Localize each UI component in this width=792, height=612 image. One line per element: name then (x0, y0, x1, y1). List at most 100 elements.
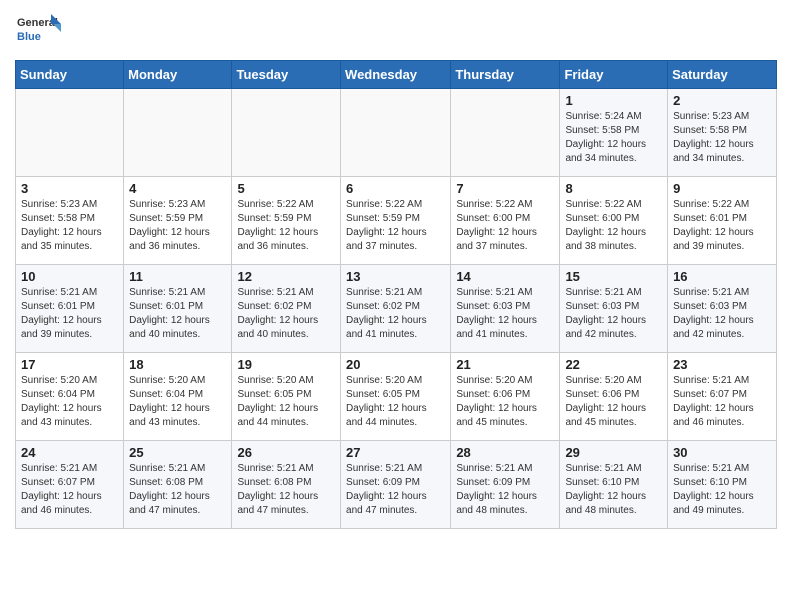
day-number: 23 (673, 357, 771, 372)
day-detail: Sunrise: 5:20 AM Sunset: 6:04 PM Dayligh… (21, 374, 118, 430)
day-cell: 10 Sunrise: 5:21 AM Sunset: 6:01 PM Dayli… (16, 265, 124, 353)
day-detail: Sunrise: 5:23 AM Sunset: 5:58 PM Dayligh… (21, 198, 118, 254)
day-number: 10 (21, 269, 118, 284)
day-number: 22 (565, 357, 662, 372)
day-cell: 3 Sunrise: 5:23 AM Sunset: 5:58 PM Daylig… (16, 177, 124, 265)
day-detail: Sunrise: 5:20 AM Sunset: 6:05 PM Dayligh… (237, 374, 335, 430)
day-number: 6 (346, 181, 445, 196)
week-row-5: 24Sunrise: 5:21 AM Sunset: 6:07 PM Dayli… (16, 441, 777, 529)
day-number: 15 (565, 269, 662, 284)
day-detail: Sunrise: 5:21 AM Sunset: 6:03 PM Dayligh… (456, 286, 554, 342)
day-detail: Sunrise: 5:20 AM Sunset: 6:05 PM Dayligh… (346, 374, 445, 430)
day-detail: Sunrise: 5:21 AM Sunset: 6:01 PM Dayligh… (21, 286, 118, 342)
day-detail: Sunrise: 5:21 AM Sunset: 6:02 PM Dayligh… (237, 286, 335, 342)
svg-text:Blue: Blue (17, 31, 41, 43)
day-number: 16 (673, 269, 771, 284)
day-number: 17 (21, 357, 118, 372)
day-cell: 15 Sunrise: 5:21 AM Sunset: 6:03 PM Dayli… (560, 265, 668, 353)
day-detail: Sunrise: 5:21 AM Sunset: 6:10 PM Dayligh… (565, 462, 662, 518)
day-cell (341, 89, 451, 177)
weekday-header-thursday: Thursday (451, 61, 560, 89)
day-number: 21 (456, 357, 554, 372)
day-detail: Sunrise: 5:22 AM Sunset: 6:00 PM Dayligh… (456, 198, 554, 254)
day-cell (16, 89, 124, 177)
logo-icon: General Blue (15, 10, 63, 50)
day-cell: 6Sunrise: 5:22 AM Sunset: 5:59 PM Daylig… (341, 177, 451, 265)
day-detail: Sunrise: 5:21 AM Sunset: 6:03 PM Dayligh… (565, 286, 662, 342)
day-detail: Sunrise: 5:21 AM Sunset: 6:03 PM Dayligh… (673, 286, 771, 342)
day-number: 1 (565, 93, 662, 108)
day-cell: 17 Sunrise: 5:20 AM Sunset: 6:04 PM Dayli… (16, 353, 124, 441)
day-cell (124, 89, 232, 177)
day-number: 2 (673, 93, 771, 108)
day-number: 19 (237, 357, 335, 372)
day-cell: 22 Sunrise: 5:20 AM Sunset: 6:06 PM Dayli… (560, 353, 668, 441)
day-cell: 7 Sunrise: 5:22 AM Sunset: 6:00 PM Daylig… (451, 177, 560, 265)
day-cell: 9 Sunrise: 5:22 AM Sunset: 6:01 PM Daylig… (668, 177, 777, 265)
day-cell: 1 Sunrise: 5:24 AM Sunset: 5:58 PM Daylig… (560, 89, 668, 177)
week-row-1: 1 Sunrise: 5:24 AM Sunset: 5:58 PM Daylig… (16, 89, 777, 177)
day-cell: 13 Sunrise: 5:21 AM Sunset: 6:02 PM Dayli… (341, 265, 451, 353)
day-number: 26 (237, 445, 335, 460)
day-cell: 8Sunrise: 5:22 AM Sunset: 6:00 PM Daylig… (560, 177, 668, 265)
day-cell: 18Sunrise: 5:20 AM Sunset: 6:04 PM Dayli… (124, 353, 232, 441)
day-number: 14 (456, 269, 554, 284)
day-cell (451, 89, 560, 177)
day-number: 3 (21, 181, 118, 196)
day-number: 9 (673, 181, 771, 196)
day-number: 25 (129, 445, 226, 460)
week-row-3: 10 Sunrise: 5:21 AM Sunset: 6:01 PM Dayli… (16, 265, 777, 353)
day-detail: Sunrise: 5:20 AM Sunset: 6:06 PM Dayligh… (565, 374, 662, 430)
day-number: 8 (565, 181, 662, 196)
weekday-header-wednesday: Wednesday (341, 61, 451, 89)
day-detail: Sunrise: 5:22 AM Sunset: 6:01 PM Dayligh… (673, 198, 771, 254)
weekday-header-saturday: Saturday (668, 61, 777, 89)
day-number: 27 (346, 445, 445, 460)
calendar-body: 1 Sunrise: 5:24 AM Sunset: 5:58 PM Daylig… (16, 89, 777, 529)
day-cell (232, 89, 341, 177)
day-cell: 25 Sunrise: 5:21 AM Sunset: 6:08 PM Dayli… (124, 441, 232, 529)
day-detail: Sunrise: 5:21 AM Sunset: 6:01 PM Dayligh… (129, 286, 226, 342)
day-number: 28 (456, 445, 554, 460)
day-detail: Sunrise: 5:22 AM Sunset: 5:59 PM Dayligh… (237, 198, 335, 254)
day-cell: 29 Sunrise: 5:21 AM Sunset: 6:10 PM Dayli… (560, 441, 668, 529)
day-number: 5 (237, 181, 335, 196)
day-detail: Sunrise: 5:21 AM Sunset: 6:08 PM Dayligh… (129, 462, 226, 518)
day-cell: 21 Sunrise: 5:20 AM Sunset: 6:06 PM Dayli… (451, 353, 560, 441)
day-cell: 28 Sunrise: 5:21 AM Sunset: 6:09 PM Dayli… (451, 441, 560, 529)
day-cell: 30 Sunrise: 5:21 AM Sunset: 6:10 PM Dayli… (668, 441, 777, 529)
day-number: 11 (129, 269, 226, 284)
day-cell: 11 Sunrise: 5:21 AM Sunset: 6:01 PM Dayli… (124, 265, 232, 353)
day-detail: Sunrise: 5:20 AM Sunset: 6:04 PM Dayligh… (129, 374, 226, 430)
page: General Blue SundayMondayTuesdayWednesda… (0, 0, 792, 539)
day-cell: 4Sunrise: 5:23 AM Sunset: 5:59 PM Daylig… (124, 177, 232, 265)
day-detail: Sunrise: 5:21 AM Sunset: 6:10 PM Dayligh… (673, 462, 771, 518)
day-detail: Sunrise: 5:21 AM Sunset: 6:02 PM Dayligh… (346, 286, 445, 342)
day-number: 29 (565, 445, 662, 460)
weekday-row: SundayMondayTuesdayWednesdayThursdayFrid… (16, 61, 777, 89)
weekday-header-sunday: Sunday (16, 61, 124, 89)
weekday-header-monday: Monday (124, 61, 232, 89)
day-cell: 5 Sunrise: 5:22 AM Sunset: 5:59 PM Daylig… (232, 177, 341, 265)
week-row-2: 3 Sunrise: 5:23 AM Sunset: 5:58 PM Daylig… (16, 177, 777, 265)
day-cell: 2Sunrise: 5:23 AM Sunset: 5:58 PM Daylig… (668, 89, 777, 177)
day-detail: Sunrise: 5:23 AM Sunset: 5:59 PM Dayligh… (129, 198, 226, 254)
day-detail: Sunrise: 5:21 AM Sunset: 6:09 PM Dayligh… (456, 462, 554, 518)
header: General Blue (15, 10, 777, 50)
day-cell: 12Sunrise: 5:21 AM Sunset: 6:02 PM Dayli… (232, 265, 341, 353)
day-cell: 27Sunrise: 5:21 AM Sunset: 6:09 PM Dayli… (341, 441, 451, 529)
day-number: 13 (346, 269, 445, 284)
day-detail: Sunrise: 5:24 AM Sunset: 5:58 PM Dayligh… (565, 110, 662, 166)
day-number: 20 (346, 357, 445, 372)
day-cell: 23Sunrise: 5:21 AM Sunset: 6:07 PM Dayli… (668, 353, 777, 441)
day-number: 30 (673, 445, 771, 460)
calendar-header: SundayMondayTuesdayWednesdayThursdayFrid… (16, 61, 777, 89)
day-number: 7 (456, 181, 554, 196)
day-number: 24 (21, 445, 118, 460)
day-cell: 14 Sunrise: 5:21 AM Sunset: 6:03 PM Dayli… (451, 265, 560, 353)
day-detail: Sunrise: 5:21 AM Sunset: 6:08 PM Dayligh… (237, 462, 335, 518)
day-detail: Sunrise: 5:20 AM Sunset: 6:06 PM Dayligh… (456, 374, 554, 430)
weekday-header-tuesday: Tuesday (232, 61, 341, 89)
calendar-table: SundayMondayTuesdayWednesdayThursdayFrid… (15, 60, 777, 529)
day-cell: 20 Sunrise: 5:20 AM Sunset: 6:05 PM Dayli… (341, 353, 451, 441)
